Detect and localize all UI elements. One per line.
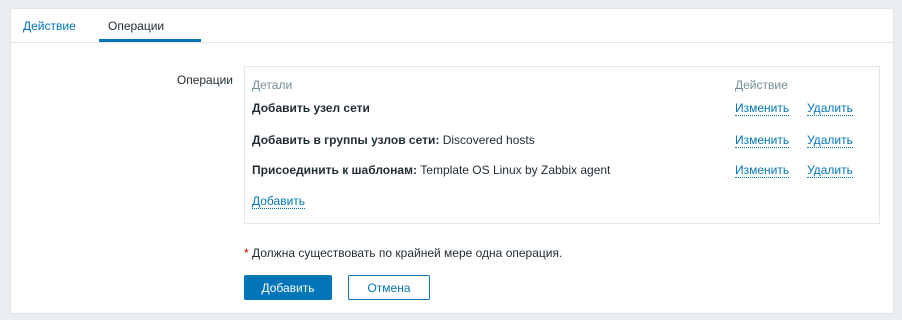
tab-operations[interactable]: Операции bbox=[108, 19, 164, 33]
remove-operation-link[interactable]: Удалить bbox=[807, 133, 853, 148]
operation-type: Добавить в группы узлов сети: bbox=[252, 133, 440, 147]
remove-operation-link[interactable]: Удалить bbox=[807, 163, 853, 178]
edit-operation-link[interactable]: Изменить bbox=[735, 101, 790, 116]
add-operation-link[interactable]: Добавить bbox=[252, 194, 306, 209]
cancel-button[interactable]: Отмена bbox=[348, 275, 430, 300]
operation-type: Добавить узел сети bbox=[252, 101, 370, 115]
table-row: Добавить узел сети Изменить Удалить bbox=[252, 101, 879, 119]
operation-value: Template OS Linux by Zabbix agent bbox=[416, 163, 611, 177]
operation-value: Discovered hosts bbox=[439, 133, 535, 147]
operations-table: Детали Действие Добавить узел сети Измен… bbox=[244, 66, 880, 224]
required-note: * Должна существовать по крайней мере од… bbox=[244, 246, 562, 260]
edit-operation-link[interactable]: Изменить bbox=[735, 163, 790, 178]
column-header-action: Действие bbox=[735, 78, 788, 92]
add-button[interactable]: Добавить bbox=[244, 275, 332, 300]
column-header-details: Детали bbox=[252, 78, 293, 92]
table-row: Добавить в группы узлов сети: Discovered… bbox=[252, 133, 879, 151]
action-form-panel: Действие Операции Операции Детали Действ… bbox=[10, 8, 894, 314]
edit-operation-link[interactable]: Изменить bbox=[735, 133, 790, 148]
operation-description: Добавить в группы узлов сети: Discovered… bbox=[252, 133, 535, 147]
remove-operation-link[interactable]: Удалить bbox=[807, 101, 853, 116]
operations-field-label: Операции bbox=[176, 73, 233, 87]
required-note-text: Должна существовать по крайней мере одна… bbox=[248, 246, 563, 260]
active-tab-indicator bbox=[99, 39, 201, 42]
operation-description: Присоединить к шаблонам: Template OS Lin… bbox=[252, 163, 610, 177]
table-row: Присоединить к шаблонам: Template OS Lin… bbox=[252, 163, 879, 181]
operation-type: Присоединить к шаблонам: bbox=[252, 163, 417, 177]
tab-bar: Действие Операции bbox=[11, 9, 893, 43]
tab-action[interactable]: Действие bbox=[23, 19, 76, 33]
operation-description: Добавить узел сети bbox=[252, 101, 370, 115]
